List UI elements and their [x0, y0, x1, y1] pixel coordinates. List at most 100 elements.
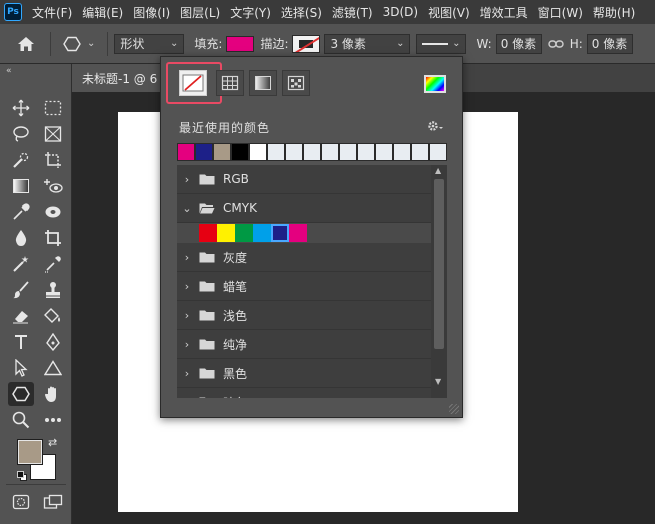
menu-image[interactable]: 图像(I)	[133, 4, 170, 21]
swatch-list-scrollbar[interactable]: ▲ ▼	[431, 165, 447, 398]
eyedropper-tool-icon[interactable]	[8, 200, 34, 224]
swatch-group-rgb[interactable]: › RGB	[177, 165, 431, 194]
gear-icon[interactable]	[427, 119, 443, 133]
height-input[interactable]: 0 像素	[586, 33, 633, 54]
no-color-button[interactable]	[179, 70, 207, 96]
cmyk-color-swatch[interactable]	[289, 224, 307, 242]
stroke-style-dropdown[interactable]: ⌄	[416, 33, 467, 54]
recent-color-swatch[interactable]	[231, 143, 249, 161]
swatch-group-light[interactable]: › 浅色	[177, 301, 431, 330]
pen-tool-icon[interactable]	[40, 330, 66, 354]
document-tab[interactable]: 未标题-1 @ 6	[72, 64, 162, 92]
zoom-tool-icon[interactable]	[8, 408, 34, 432]
photoshop-logo: Ps	[4, 3, 22, 21]
red-eye-tool-icon[interactable]	[40, 174, 66, 198]
crop-tool-icon[interactable]	[40, 226, 66, 250]
scrollbar-thumb[interactable]	[434, 179, 444, 349]
magic-wand-tool-icon[interactable]	[8, 252, 34, 276]
polygon-tool-icon[interactable]	[8, 382, 34, 406]
triangle-tool-icon[interactable]	[40, 356, 66, 380]
swatch-group-cmyk[interactable]: ⌄ CMYK	[177, 194, 431, 223]
lasso-tool-icon[interactable]	[8, 122, 34, 146]
quick-selection-tool-icon[interactable]	[8, 148, 34, 172]
menu-help[interactable]: 帮助(H)	[593, 4, 635, 21]
paint-bucket-tool-icon[interactable]	[40, 304, 66, 328]
swatch-group-darker[interactable]: › 暗色	[177, 388, 431, 398]
recent-color-swatch[interactable]	[285, 143, 303, 161]
scroll-down-icon[interactable]: ▼	[435, 377, 441, 386]
menu-plugins[interactable]: 增效工具	[480, 4, 528, 21]
link-icon[interactable]	[548, 38, 564, 50]
menu-edit[interactable]: 编辑(E)	[82, 4, 123, 21]
cmyk-color-swatch[interactable]	[199, 224, 217, 242]
height-label: H:	[569, 36, 583, 51]
recent-color-swatch[interactable]	[321, 143, 339, 161]
brush-tool-icon[interactable]	[8, 278, 34, 302]
menu-window[interactable]: 窗口(W)	[538, 4, 583, 21]
recent-color-swatch[interactable]	[393, 143, 411, 161]
type-tool-icon[interactable]	[8, 330, 34, 354]
menu-layer[interactable]: 图层(L)	[180, 4, 220, 21]
quick-mask-icon[interactable]	[8, 490, 34, 514]
stroke-width-dropdown[interactable]: 3 像素 ⌄	[324, 33, 411, 54]
menu-file[interactable]: 文件(F)	[32, 4, 72, 21]
recent-color-swatch[interactable]	[267, 143, 285, 161]
menu-type[interactable]: 文字(Y)	[230, 4, 271, 21]
gradient-tool-icon[interactable]	[8, 174, 34, 198]
color-picker-button[interactable]	[424, 75, 446, 93]
more-tools-icon[interactable]	[40, 408, 66, 432]
toolbar-separator	[6, 484, 66, 485]
scroll-up-icon[interactable]: ▲	[435, 166, 441, 175]
menu-select[interactable]: 选择(S)	[281, 4, 322, 21]
cmyk-color-swatch[interactable]	[271, 224, 289, 242]
stamp-tool-icon[interactable]	[40, 278, 66, 302]
frame-tool-icon[interactable]	[40, 122, 66, 146]
history-eraser-tool-icon[interactable]	[8, 304, 34, 328]
recent-color-swatch[interactable]	[411, 143, 429, 161]
width-input[interactable]: 0 像素	[495, 33, 542, 54]
gradient-button[interactable]	[249, 70, 277, 96]
recent-color-swatch[interactable]	[249, 143, 267, 161]
recent-color-swatch[interactable]	[177, 143, 195, 161]
collapse-panel-icon[interactable]: «	[6, 66, 12, 76]
recent-color-swatch[interactable]	[195, 143, 213, 161]
cmyk-color-swatch[interactable]	[235, 224, 253, 242]
menu-view[interactable]: 视图(V)	[428, 4, 470, 21]
stroke-swatch[interactable]	[292, 34, 321, 53]
foreground-color-swatch[interactable]	[17, 439, 43, 465]
screen-mode-icon[interactable]	[40, 490, 66, 514]
move-tool-icon[interactable]	[8, 96, 34, 120]
chevron-down-icon: ⌄	[452, 38, 461, 49]
blur-tool-icon[interactable]	[8, 226, 34, 250]
menu-3d[interactable]: 3D(D)	[383, 5, 418, 19]
pattern-button[interactable]	[282, 70, 310, 96]
panel-resize-grip[interactable]	[449, 404, 459, 414]
path-selection-tool-icon[interactable]	[8, 356, 34, 380]
color-sampler-tool-icon[interactable]	[40, 252, 66, 276]
default-colors-icon[interactable]	[17, 471, 27, 481]
swatch-group-pure[interactable]: › 纯净	[177, 330, 431, 359]
recent-color-swatch[interactable]	[339, 143, 357, 161]
swatch-group-dark[interactable]: › 黑色	[177, 359, 431, 388]
recent-color-swatch[interactable]	[357, 143, 375, 161]
tool-preset-picker[interactable]: ⌄	[63, 36, 95, 52]
recent-color-swatch[interactable]	[375, 143, 393, 161]
menu-filter[interactable]: 滤镜(T)	[332, 4, 373, 21]
solid-color-button[interactable]	[216, 70, 244, 96]
swap-colors-icon[interactable]: ⇄	[48, 436, 57, 449]
marquee-tool-icon[interactable]	[40, 96, 66, 120]
tool-mode-dropdown[interactable]: 形状 ⌄	[114, 33, 185, 54]
recent-color-swatch[interactable]	[303, 143, 321, 161]
recent-color-swatch[interactable]	[429, 143, 447, 161]
recent-color-swatch[interactable]	[213, 143, 231, 161]
cmyk-color-swatch[interactable]	[217, 224, 235, 242]
crop-slice-tool-icon[interactable]	[40, 148, 66, 172]
eraser-tool-icon[interactable]	[40, 200, 66, 224]
fill-swatch[interactable]	[226, 35, 255, 52]
gradient-icon	[255, 76, 271, 90]
swatch-group-pastel[interactable]: › 蜡笔	[177, 272, 431, 301]
cmyk-color-swatch[interactable]	[253, 224, 271, 242]
home-button[interactable]	[8, 36, 44, 52]
swatch-group-grayscale[interactable]: › 灰度	[177, 243, 431, 272]
hand-tool-icon[interactable]	[40, 382, 66, 406]
